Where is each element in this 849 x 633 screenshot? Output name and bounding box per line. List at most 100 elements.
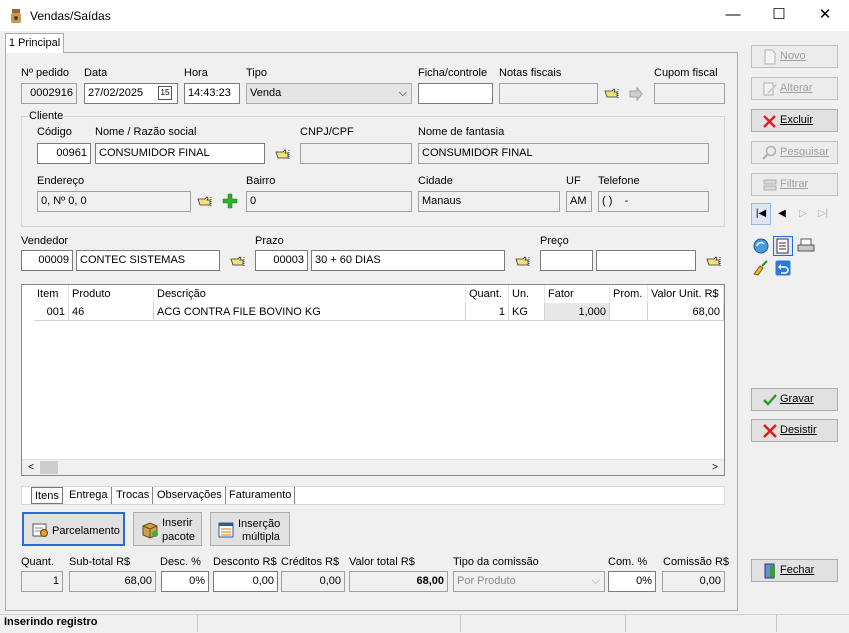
horizontal-scrollbar[interactable]: < > bbox=[22, 459, 724, 475]
desistir-button[interactable]: Desistir bbox=[751, 419, 838, 442]
tipo-comissao-value: Por Produto bbox=[457, 575, 516, 587]
filtrar-button[interactable]: Filtrar bbox=[751, 173, 838, 196]
arrow-right-icon bbox=[629, 86, 643, 102]
printer-icon[interactable] bbox=[797, 237, 815, 255]
desc-percent-field[interactable]: 0% bbox=[161, 571, 209, 592]
col-header-descricao[interactable]: Descrição bbox=[154, 285, 466, 303]
lookup-cliente-icon[interactable] bbox=[275, 148, 291, 162]
tab-faturamento[interactable]: Faturamento bbox=[226, 487, 296, 504]
prazo-code-field[interactable]: 00003 bbox=[255, 250, 308, 271]
lookup-preco-icon[interactable] bbox=[706, 255, 722, 269]
status-divider bbox=[625, 615, 626, 632]
pesquisar-button[interactable]: Pesquisar bbox=[751, 141, 838, 164]
scroll-left-icon[interactable]: < bbox=[24, 461, 38, 475]
first-record-icon[interactable]: |◀ bbox=[751, 203, 771, 225]
cnpj-field bbox=[300, 143, 412, 164]
tab-itens[interactable]: Itens bbox=[31, 487, 63, 504]
parcelamento-icon bbox=[32, 523, 48, 537]
refresh-icon[interactable] bbox=[752, 237, 770, 255]
prazo-name-field[interactable]: 30 + 60 DIAS bbox=[311, 250, 505, 271]
scroll-right-icon[interactable]: > bbox=[708, 461, 722, 475]
lookup-vendedor-icon[interactable] bbox=[230, 255, 246, 269]
total-label: Valor total R$ bbox=[349, 556, 415, 568]
report-icon[interactable] bbox=[773, 236, 793, 256]
filter-icon bbox=[763, 179, 777, 191]
minimize-button[interactable]: — bbox=[710, 0, 756, 32]
vendedor-name-field[interactable]: CONTEC SISTEMAS bbox=[76, 250, 220, 271]
add-icon[interactable] bbox=[222, 193, 238, 209]
tipo-select[interactable]: Venda ⌵ bbox=[246, 83, 412, 104]
col-header-valor[interactable]: Valor Unit. R$ bbox=[648, 285, 724, 303]
ficha-label: Ficha/controle bbox=[418, 67, 488, 79]
parcelamento-button[interactable]: Parcelamento bbox=[22, 512, 125, 546]
endereco-field: 0, Nº 0, 0 bbox=[37, 191, 191, 212]
lookup-endereco-icon[interactable] bbox=[197, 195, 213, 209]
calendar-icon[interactable]: 15 bbox=[158, 86, 172, 100]
excluir-button[interactable]: Excluir bbox=[751, 109, 838, 132]
multi-insert-icon bbox=[218, 522, 234, 538]
clean-icon[interactable] bbox=[752, 260, 770, 276]
inserir-pacote-label-1: Inserir bbox=[162, 517, 193, 529]
col-header-produto[interactable]: Produto bbox=[69, 285, 154, 303]
data-value: 27/02/2025 bbox=[88, 87, 144, 99]
prev-record-icon[interactable]: ◀ bbox=[775, 205, 789, 223]
filtrar-label: Filtrar bbox=[780, 178, 809, 190]
close-button[interactable]: ✕ bbox=[802, 0, 848, 32]
gravar-button[interactable]: Gravar bbox=[751, 388, 838, 411]
novo-label: Novo bbox=[780, 50, 806, 62]
hora-label: Hora bbox=[184, 67, 208, 79]
insercao-multipla-label-1: Inserção bbox=[238, 518, 281, 530]
notas-field bbox=[499, 83, 598, 104]
check-icon bbox=[763, 394, 777, 406]
last-record-icon[interactable]: ▷| bbox=[815, 205, 831, 223]
pedido-label: Nº pedido bbox=[21, 67, 70, 79]
prazo-label: Prazo bbox=[255, 235, 284, 247]
gravar-label: Gravar bbox=[780, 393, 814, 405]
maximize-button[interactable]: ☐ bbox=[756, 0, 802, 32]
comissao-label: Comissão R$ bbox=[663, 556, 730, 568]
tipo-value: Venda bbox=[250, 87, 282, 99]
inserir-pacote-label-2: pacote bbox=[162, 531, 196, 543]
tab-entrega[interactable]: Entrega bbox=[66, 487, 112, 504]
next-record-icon[interactable]: ▷ bbox=[796, 205, 810, 223]
tab-principal[interactable]: 1 Principal bbox=[5, 33, 64, 53]
creditos-label: Créditos R$ bbox=[281, 556, 340, 568]
lookup-prazo-icon[interactable] bbox=[515, 255, 531, 269]
hora-field[interactable]: 14:43:23 bbox=[184, 83, 240, 104]
ficha-field[interactable] bbox=[418, 83, 493, 104]
status-divider bbox=[460, 615, 461, 632]
preco-code-field[interactable] bbox=[540, 250, 593, 271]
vendedor-code-field[interactable]: 00009 bbox=[21, 250, 73, 271]
col-header-quant[interactable]: Quant. bbox=[466, 285, 509, 303]
chevron-down-icon: ⌵ bbox=[398, 87, 407, 99]
undo-icon[interactable] bbox=[775, 260, 791, 276]
inserir-pacote-button[interactable]: Inserir pacote bbox=[133, 512, 202, 546]
cell-quant: 1 bbox=[466, 303, 509, 321]
cupom-label: Cupom fiscal bbox=[654, 67, 718, 79]
desconto-field[interactable]: 0,00 bbox=[213, 571, 278, 592]
col-header-fator[interactable]: Fator bbox=[545, 285, 610, 303]
tab-observacoes[interactable]: Observações bbox=[154, 487, 226, 504]
codigo-label: Código bbox=[37, 126, 72, 138]
quant-field: 1 bbox=[21, 571, 63, 592]
tab-trocas[interactable]: Trocas bbox=[113, 487, 154, 504]
com-percent-field[interactable]: 0% bbox=[608, 571, 656, 592]
nome-field[interactable]: CONSUMIDOR FINAL bbox=[95, 143, 265, 164]
com-percent-label: Com. % bbox=[608, 556, 648, 568]
scroll-thumb[interactable] bbox=[40, 461, 58, 474]
col-header-un[interactable]: Un. bbox=[509, 285, 545, 303]
items-grid[interactable]: Item Produto Descrição Quant. Un. Fator … bbox=[21, 284, 725, 476]
delete-icon bbox=[763, 115, 776, 128]
lookup-notas-icon[interactable] bbox=[604, 87, 620, 101]
comissao-field: 0,00 bbox=[662, 571, 725, 592]
pesquisar-label: Pesquisar bbox=[780, 146, 829, 158]
creditos-field: 0,00 bbox=[281, 571, 345, 592]
preco-name-field[interactable] bbox=[596, 250, 696, 271]
codigo-field[interactable]: 00961 bbox=[37, 143, 91, 164]
col-header-prom[interactable]: Prom. bbox=[610, 285, 648, 303]
novo-button[interactable]: Novo bbox=[751, 45, 838, 68]
fechar-button[interactable]: Fechar bbox=[751, 559, 838, 582]
alterar-button[interactable]: Alterar bbox=[751, 77, 838, 100]
insercao-multipla-button[interactable]: Inserção múltipla bbox=[210, 512, 290, 546]
col-header-item[interactable]: Item bbox=[34, 285, 69, 303]
